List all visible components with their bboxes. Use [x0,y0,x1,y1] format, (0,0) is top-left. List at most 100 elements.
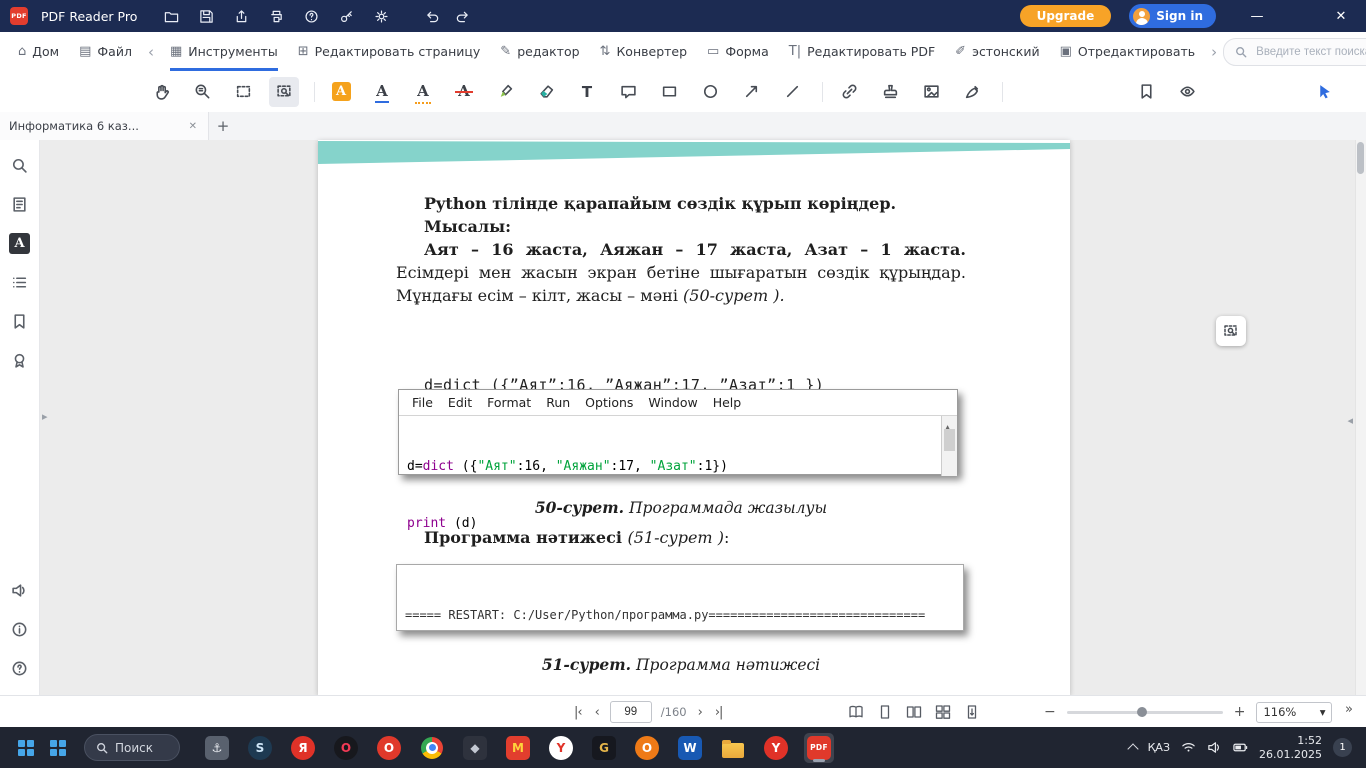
reading-mode-button[interactable] [848,704,864,720]
taskbar-app-ok[interactable]: O [632,733,662,763]
vertical-scrollbar[interactable] [1355,140,1366,695]
signature-tool-button[interactable] [957,77,987,107]
settings-button[interactable] [370,5,392,27]
clock[interactable]: 1:52 26.01.2025 [1259,734,1322,761]
thumbnails-panel-button[interactable] [5,189,35,219]
freehand-highlighter-button[interactable] [490,77,520,107]
text-tool-button[interactable]: T [572,77,602,107]
taskbar-app-word[interactable]: W [675,733,705,763]
two-page-scroll-button[interactable] [935,704,951,720]
password-key-button[interactable] [335,5,357,27]
strikeout-tool-button[interactable]: A [449,77,479,107]
link-tool-button[interactable] [834,77,864,107]
print-button[interactable] [265,5,287,27]
bookmark-button[interactable] [1131,77,1161,107]
info-button[interactable] [5,614,35,644]
marquee-select-button[interactable] [228,77,258,107]
image-tool-button[interactable] [916,77,946,107]
line-tool-button[interactable] [777,77,807,107]
tray-expand-button[interactable] [1129,742,1137,753]
two-page-button[interactable] [906,704,922,720]
taskbar-app-tank-game[interactable]: ◆ [460,733,490,763]
new-tab-button[interactable]: + [209,112,237,140]
reflow-zoom-button[interactable] [187,77,217,107]
menu-scroll-right-icon[interactable]: › [1205,43,1223,61]
sign-in-button[interactable]: Sign in [1129,4,1216,28]
zoom-out-button[interactable]: − [1042,704,1058,720]
save-button[interactable] [195,5,217,27]
taskbar-app-chrome[interactable] [417,733,447,763]
volume-button[interactable] [1207,740,1222,755]
preview-button[interactable] [1172,77,1202,107]
arrow-tool-button[interactable] [736,77,766,107]
menu-item-form[interactable]: ▭ Форма [697,32,779,71]
open-file-button[interactable] [160,5,182,27]
taskbar-app-opera[interactable]: O [374,733,404,763]
continuous-scroll-button[interactable] [964,704,980,720]
comment-tool-button[interactable] [613,77,643,107]
share-button[interactable] [230,5,252,27]
first-page-button[interactable]: |‹ [572,704,584,721]
taskbar-search[interactable]: Поиск [84,734,180,761]
menu-item-edit-pdf[interactable]: T| Редактировать PDF [779,32,945,71]
annotations-panel-button[interactable]: A [5,228,35,258]
search-panel-button[interactable] [5,150,35,180]
scrollbar-thumb[interactable] [1357,142,1364,174]
search-input[interactable] [1254,45,1366,59]
taskbar-app-mail-ru[interactable]: М [503,733,533,763]
taskbar-app-gold-game[interactable]: G [589,733,619,763]
language-indicator[interactable]: ҚАЗ [1148,741,1170,754]
undo-button[interactable] [421,5,443,27]
help-button[interactable] [300,5,322,27]
eraser-tool-button[interactable] [531,77,561,107]
squiggly-tool-button[interactable]: A [408,77,438,107]
taskbar-app-opera-gx[interactable]: O [331,733,361,763]
notification-badge[interactable]: 1 [1333,738,1352,757]
zoom-slider-knob[interactable] [1137,707,1147,717]
menu-item-editor[interactable]: ✎ редактор [490,32,589,71]
underline-tool-button[interactable]: A [367,77,397,107]
next-page-button[interactable]: › [696,704,704,721]
right-panel-expander[interactable]: ◂ [1345,412,1355,429]
bookmarks-panel-button[interactable] [5,306,35,336]
taskbar-app-steam[interactable]: S [245,733,275,763]
taskbar-app-ship-game[interactable]: ⚓ [202,733,232,763]
hand-tool-button[interactable] [146,77,176,107]
search-box[interactable] [1223,38,1366,66]
menu-item-edit-page[interactable]: ⊞ Редактировать страницу [288,32,491,71]
taskbar-app-yandex-y[interactable]: Y [546,733,576,763]
single-page-button[interactable] [877,704,893,720]
menu-item-file[interactable]: ▤ Файл [69,32,142,71]
battery-button[interactable] [1233,740,1248,755]
menu-scroll-left-icon[interactable]: ‹ [142,43,160,61]
wifi-button[interactable] [1181,740,1196,755]
menu-item-translate[interactable]: ✐ эстонский [945,32,1049,71]
more-controls-button[interactable]: » [1339,701,1359,718]
zoom-slider[interactable] [1067,711,1223,714]
document-tab[interactable]: Информатика 6 каз... ✕ [0,112,209,140]
close-button[interactable]: ✕ [1326,0,1356,32]
prev-page-button[interactable]: ‹ [593,704,601,721]
menu-item-home[interactable]: ⌂ Дом [8,32,69,71]
menu-item-tools[interactable]: ▦ Инструменты [160,32,288,71]
minimize-button[interactable]: — [1242,0,1272,32]
floating-area-zoom-button[interactable] [1216,316,1246,346]
stamp-tool-button[interactable] [875,77,905,107]
menu-item-converter[interactable]: ⇅ Конвертер [590,32,698,71]
start-button[interactable] [10,732,42,764]
read-aloud-button[interactable] [5,575,35,605]
help-panel-button[interactable] [5,653,35,683]
upgrade-button[interactable]: Upgrade [1020,5,1112,27]
taskbar-app-yandex-red[interactable]: Y [761,733,791,763]
rectangle-tool-button[interactable] [654,77,684,107]
highlight-tool-button[interactable]: A [326,77,356,107]
taskbar-app-explorer[interactable] [718,733,748,763]
taskbar-app-pdf-reader-pro[interactable]: PDF [804,733,834,763]
last-page-button[interactable]: ›| [713,704,725,721]
outline-panel-button[interactable] [5,267,35,297]
signature-panel-button[interactable] [5,345,35,375]
annotation-pointer-button[interactable] [1309,77,1339,107]
zoom-level-select[interactable]: 116% ▾ [1256,702,1332,723]
redo-button[interactable] [451,5,473,27]
area-zoom-button[interactable] [269,77,299,107]
